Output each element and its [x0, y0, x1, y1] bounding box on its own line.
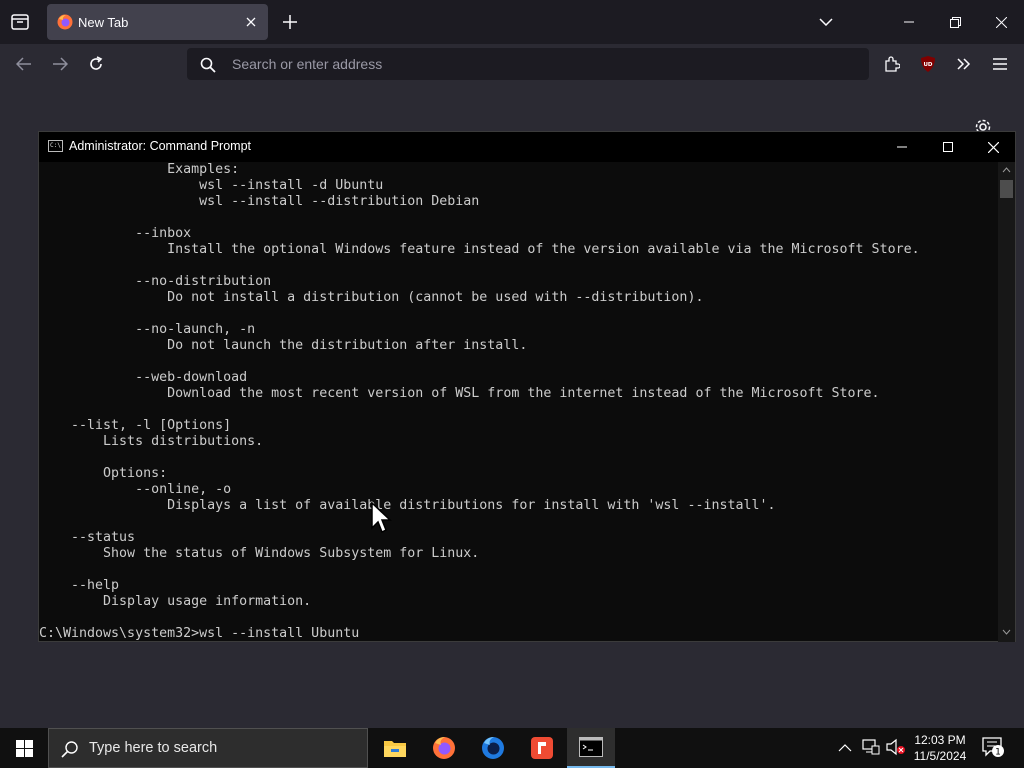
mouse-pointer-icon	[371, 501, 393, 539]
taskbar-search-box[interactable]: Type here to search	[48, 728, 368, 768]
notification-count: 1	[995, 748, 1001, 758]
cmd-app-icon: C:\	[48, 140, 63, 152]
command-prompt-window[interactable]: C:\ Administrator: Command Prompt Exampl…	[38, 131, 1016, 642]
cmd-output-line	[39, 210, 920, 226]
desktop-screen: New Tab Search or enter address UD C:\ A…	[0, 0, 1024, 768]
windows-taskbar: Type here to search 12:03 PM 11/5/2024 1	[0, 728, 1024, 768]
volume-muted-icon[interactable]	[886, 738, 906, 761]
cmd-output-line	[39, 450, 920, 466]
windows-start-icon[interactable]	[0, 728, 48, 768]
cmd-output-line: Show the status of Windows Subsystem for…	[39, 546, 480, 561]
cmd-scrollbar[interactable]	[998, 162, 1015, 642]
taskbar-clock[interactable]: 12:03 PM 11/5/2024	[912, 732, 968, 764]
cmd-output-line: C:\Windows\system32>wsl --install Ubuntu	[39, 626, 360, 641]
cmd-title-bar[interactable]: C:\ Administrator: Command Prompt	[39, 132, 1015, 162]
cmd-output-line: --online, -o	[39, 482, 232, 497]
browser-tab-bar: New Tab	[0, 0, 1024, 44]
cmd-output-line: Do not launch the distribution after ins…	[39, 338, 528, 353]
tab-new-tab[interactable]: New Tab	[47, 4, 268, 40]
red-app-icon[interactable]	[518, 728, 566, 768]
clock-date: 11/5/2024	[913, 749, 967, 763]
reload-icon[interactable]	[84, 52, 108, 76]
address-bar[interactable]	[187, 48, 869, 80]
back-arrow-icon[interactable]	[12, 52, 36, 76]
tab-close-icon[interactable]	[240, 11, 262, 33]
cmd-output-line: --list, -l [Options]	[39, 418, 232, 433]
clock-time: 12:03 PM	[914, 733, 966, 747]
ublock-origin-icon[interactable]: UD	[916, 52, 940, 76]
cmd-output-line: Lists distributions.	[39, 434, 264, 449]
cmd-output-line	[39, 258, 920, 274]
taskbar-search-placeholder: Type here to search	[89, 740, 218, 756]
cmd-output-line: --inbox	[39, 226, 192, 241]
cmd-window-title: Administrator: Command Prompt	[69, 139, 252, 153]
firefox-taskbar-icon[interactable]	[420, 728, 468, 768]
taskbar-search-icon	[61, 741, 78, 758]
cmd-console-output[interactable]: Examples: wsl --install -d Ubuntu wsl --…	[39, 162, 999, 642]
cmd-text: Examples: wsl --install -d Ubuntu wsl --…	[39, 162, 920, 642]
cmd-output-line: Examples:	[39, 162, 240, 177]
hamburger-menu-icon[interactable]	[988, 52, 1012, 76]
cmd-output-line	[39, 610, 920, 626]
cmd-output-line: --help	[39, 578, 120, 593]
cmd-output-line: Displays a list of available distributio…	[39, 498, 776, 513]
browser-navigation-bar: UD	[0, 44, 1024, 85]
firefox-view-icon[interactable]	[8, 10, 32, 34]
cmd-output-line: Download the most recent version of WSL …	[39, 386, 880, 401]
new-tab-plus-icon[interactable]	[278, 10, 302, 34]
command-prompt-taskbar-icon[interactable]	[567, 728, 615, 768]
notifications-icon[interactable]: 1	[982, 737, 1006, 764]
cmd-output-line	[39, 562, 920, 578]
cmd-output-line: Do not install a distribution (cannot be…	[39, 290, 704, 305]
cmd-output-line	[39, 354, 920, 370]
forward-arrow-icon[interactable]	[48, 52, 72, 76]
cmd-output-line: Install the optional Windows feature ins…	[39, 242, 920, 257]
firefox-logo-icon	[57, 14, 73, 30]
close-window-icon[interactable]	[982, 0, 1020, 44]
firefox-developer-edition-icon[interactable]	[469, 728, 517, 768]
cmd-maximize-icon[interactable]	[925, 132, 971, 162]
cmd-minimize-icon[interactable]	[879, 132, 925, 162]
scroll-up-arrow-icon[interactable]	[1002, 167, 1011, 173]
scroll-down-arrow-icon[interactable]	[1002, 629, 1011, 635]
cmd-output-line: --status	[39, 530, 136, 545]
cmd-output-line: --no-distribution	[39, 274, 272, 289]
cmd-output-line: --web-download	[39, 370, 248, 385]
cmd-output-line: wsl --install -d Ubuntu	[39, 178, 384, 193]
minimize-icon[interactable]	[890, 0, 928, 44]
cmd-output-line: wsl --install --distribution Debian	[39, 194, 480, 209]
cmd-output-line	[39, 306, 920, 322]
more-tools-chevrons-icon[interactable]	[952, 52, 976, 76]
tab-title: New Tab	[78, 15, 129, 30]
cmd-output-line	[39, 514, 920, 530]
network-icon[interactable]	[862, 738, 880, 761]
search-icon	[199, 56, 217, 74]
address-input[interactable]	[232, 48, 832, 80]
cmd-scrollbar-thumb[interactable]	[1000, 180, 1013, 198]
file-explorer-icon[interactable]	[371, 728, 419, 768]
restore-icon[interactable]	[936, 0, 974, 44]
cmd-output-line: Display usage information.	[39, 594, 312, 609]
cmd-output-line	[39, 402, 920, 418]
list-all-tabs-chevron-down-icon[interactable]	[814, 10, 838, 34]
cmd-output-line: Options:	[39, 466, 168, 481]
extensions-puzzle-icon[interactable]	[880, 52, 904, 76]
show-hidden-icons-chevron-up-icon[interactable]	[838, 740, 852, 758]
cmd-output-line: --no-launch, -n	[39, 322, 256, 337]
cmd-close-icon[interactable]	[970, 132, 1016, 162]
svg-text:UD: UD	[923, 62, 932, 68]
